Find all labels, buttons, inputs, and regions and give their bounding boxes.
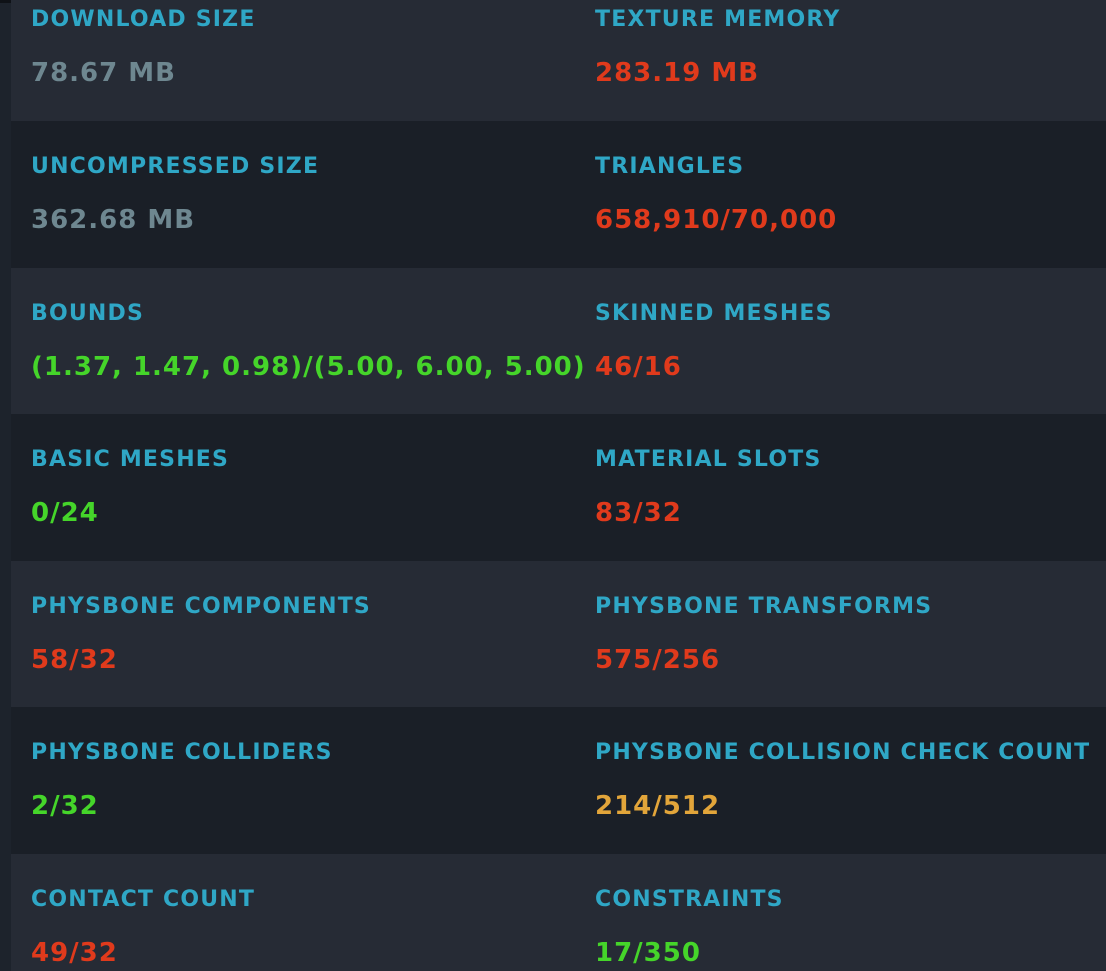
- stat-material-slots: MATERIAL SLOTS 83/32: [595, 447, 822, 528]
- stat-label: PHYSBONE COLLIDERS: [31, 740, 333, 765]
- stat-value: (1.37, 1.47, 0.98)/(5.00, 6.00, 5.00): [31, 351, 586, 382]
- stat-texture-memory: TEXTURE MEMORY 283.19 MB: [595, 7, 840, 88]
- stats-grid: DOWNLOAD SIZE 78.67 MB TEXTURE MEMORY 28…: [11, 0, 1106, 971]
- stat-contact-count: CONTACT COUNT 49/32: [31, 887, 255, 968]
- stat-value: 0/24: [31, 498, 99, 528]
- stat-constraints: CONSTRAINTS 17/350: [595, 887, 784, 968]
- stat-label: CONSTRAINTS: [595, 886, 784, 912]
- stat-label: DOWNLOAD SIZE: [31, 7, 256, 32]
- stat-value: 17/350: [595, 937, 701, 968]
- stat-label: UNCOMPRESSED SIZE: [31, 154, 320, 179]
- stat-value: 78.67 MB: [31, 58, 176, 88]
- stat-label: PHYSBONE COMPONENTS: [31, 593, 371, 619]
- stat-value: 575/256: [595, 644, 721, 675]
- stat-label: TRIANGLES: [595, 154, 745, 179]
- stat-label: MATERIAL SLOTS: [595, 447, 822, 472]
- stat-value: 283.19 MB: [595, 58, 760, 88]
- stat-physbone-collision-check-count: PHYSBONE COLLISION CHECK COUNT 214/512: [595, 740, 1090, 821]
- stats-row: BASIC MESHES 0/24 MATERIAL SLOTS 83/32: [11, 414, 1106, 561]
- stat-value: 2/32: [31, 791, 99, 821]
- stats-row: CONTACT COUNT 49/32 CONSTRAINTS 17/350: [11, 853, 1106, 971]
- stat-basic-meshes: BASIC MESHES 0/24: [31, 447, 229, 528]
- stats-row: PHYSBONE COMPONENTS 58/32 PHYSBONE TRANS…: [11, 560, 1106, 707]
- stat-value: 214/512: [595, 791, 721, 821]
- stat-label: BOUNDS: [31, 300, 145, 326]
- stat-label: PHYSBONE TRANSFORMS: [595, 593, 933, 619]
- stat-value: 49/32: [31, 937, 118, 968]
- stat-value: 58/32: [31, 644, 118, 675]
- stat-label: BASIC MESHES: [31, 447, 230, 472]
- stat-skinned-meshes: SKINNED MESHES 46/16: [595, 301, 833, 382]
- stats-row: DOWNLOAD SIZE 78.67 MB TEXTURE MEMORY 28…: [11, 0, 1106, 121]
- stats-row: BOUNDS (1.37, 1.47, 0.98)/(5.00, 6.00, 5…: [11, 267, 1106, 414]
- stats-row: UNCOMPRESSED SIZE 362.68 MB TRIANGLES 65…: [11, 121, 1106, 268]
- stat-value: 83/32: [595, 498, 682, 528]
- performance-stats-panel: DOWNLOAD SIZE 78.67 MB TEXTURE MEMORY 28…: [0, 0, 1106, 971]
- stat-physbone-components: PHYSBONE COMPONENTS 58/32: [31, 594, 371, 675]
- stats-row: PHYSBONE COLLIDERS 2/32 PHYSBONE COLLISI…: [11, 707, 1106, 854]
- stat-physbone-colliders: PHYSBONE COLLIDERS 2/32: [31, 740, 333, 821]
- stat-value: 362.68 MB: [31, 205, 196, 235]
- stat-bounds: BOUNDS (1.37, 1.47, 0.98)/(5.00, 6.00, 5…: [31, 301, 586, 382]
- stat-download-size: DOWNLOAD SIZE 78.67 MB: [31, 7, 256, 88]
- stat-label: PHYSBONE COLLISION CHECK COUNT: [595, 740, 1091, 765]
- stat-label: CONTACT COUNT: [31, 886, 256, 912]
- stat-triangles: TRIANGLES 658,910/70,000: [595, 154, 837, 235]
- stat-uncompressed-size: UNCOMPRESSED SIZE 362.68 MB: [31, 154, 319, 235]
- stat-label: SKINNED MESHES: [595, 300, 833, 326]
- stat-label: TEXTURE MEMORY: [595, 7, 841, 32]
- stat-value: 658,910/70,000: [595, 205, 838, 235]
- stat-physbone-transforms: PHYSBONE TRANSFORMS 575/256: [595, 594, 932, 675]
- stat-value: 46/16: [595, 351, 682, 382]
